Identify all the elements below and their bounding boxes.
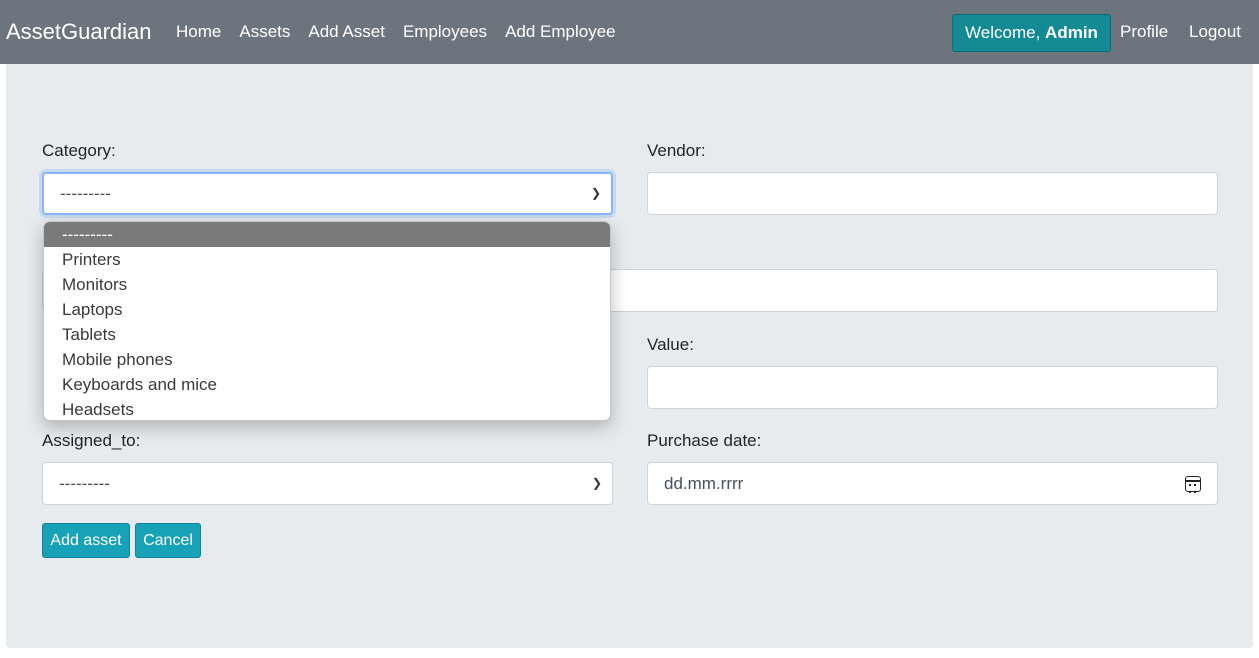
- brand-logo[interactable]: AssetGuardian: [6, 19, 152, 45]
- nav-employees[interactable]: Employees: [403, 22, 487, 42]
- vendor-input[interactable]: [647, 172, 1218, 215]
- welcome-badge: Welcome, Admin: [952, 14, 1111, 52]
- assigned-to-value: ---------: [59, 474, 110, 493]
- nav-add-employee[interactable]: Add Employee: [505, 22, 616, 42]
- navbar: AssetGuardian Home Assets Add Asset Empl…: [0, 0, 1259, 64]
- category-dropdown: --------- Printers Monitors Laptops Tabl…: [43, 221, 611, 421]
- dropdown-option[interactable]: ---------: [44, 222, 610, 247]
- cancel-button[interactable]: Cancel: [135, 523, 201, 558]
- welcome-prefix: Welcome,: [965, 23, 1041, 42]
- purchase-date-input[interactable]: dd.mm.rrrr: [647, 462, 1218, 505]
- dropdown-option[interactable]: Tablets: [44, 322, 610, 347]
- category-selected-value: ---------: [60, 184, 111, 203]
- category-label: Category:: [42, 141, 116, 160]
- chevron-down-icon: ❯: [591, 476, 602, 490]
- dropdown-option[interactable]: Keyboards and mice: [44, 372, 610, 397]
- calendar-icon[interactable]: [1185, 476, 1201, 493]
- purchase-date-label: Purchase date:: [647, 431, 762, 450]
- dropdown-option[interactable]: Printers: [44, 247, 610, 272]
- nav-home[interactable]: Home: [176, 22, 221, 42]
- nav-links: Home Assets Add Asset Employees Add Empl…: [176, 22, 616, 42]
- assigned-to-select[interactable]: --------- ❯: [42, 462, 613, 505]
- nav-profile[interactable]: Profile: [1120, 22, 1168, 42]
- vendor-label: Vendor:: [647, 141, 706, 160]
- add-asset-button[interactable]: Add asset: [42, 523, 130, 558]
- value-input[interactable]: [647, 366, 1218, 409]
- nav-add-asset[interactable]: Add Asset: [308, 22, 385, 42]
- dropdown-option[interactable]: Headsets: [44, 397, 610, 420]
- welcome-user: Admin: [1045, 23, 1098, 42]
- dropdown-option[interactable]: Mobile phones: [44, 347, 610, 372]
- assigned-to-label: Assigned_to:: [42, 431, 141, 450]
- purchase-date-placeholder: dd.mm.rrrr: [664, 474, 744, 493]
- chevron-down-icon: ❯: [590, 186, 601, 200]
- dropdown-option[interactable]: Monitors: [44, 272, 610, 297]
- category-select[interactable]: --------- ❯: [42, 172, 613, 215]
- nav-assets[interactable]: Assets: [239, 22, 290, 42]
- nav-logout[interactable]: Logout: [1189, 22, 1241, 42]
- value-label: Value:: [647, 335, 694, 354]
- dropdown-option[interactable]: Laptops: [44, 297, 610, 322]
